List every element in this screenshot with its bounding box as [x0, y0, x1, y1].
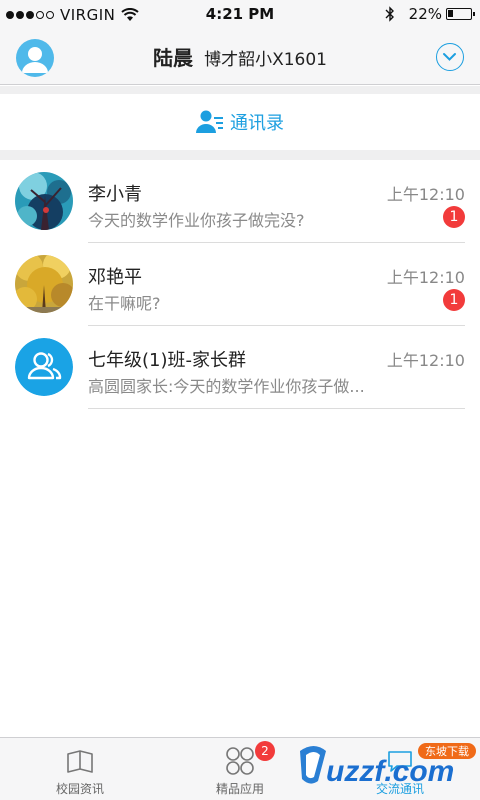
- battery-tip: [473, 12, 475, 16]
- chat-item[interactable]: 李小青 上午12:10 今天的数学作业你孩子做完没? 1: [0, 160, 480, 243]
- contacts-icon: [196, 110, 223, 133]
- chat-preview: 在干嘛呢?: [88, 294, 161, 313]
- unread-badge: 1: [443, 289, 465, 311]
- nav-bar: 陆晨 博才韶小X1601: [0, 30, 480, 85]
- status-bar: VIRGIN 4:21 PM 22%: [0, 0, 480, 30]
- bluetooth-icon: [385, 6, 394, 22]
- tab-campus-news[interactable]: 校园资讯: [0, 738, 160, 800]
- apps-icon: [226, 747, 254, 775]
- contacts-button[interactable]: 通讯录: [0, 94, 480, 150]
- divider: [88, 408, 465, 409]
- uzzf-watermark-icon: uzzf.com 东坡下载: [300, 743, 476, 788]
- app-screen: VIRGIN 4:21 PM 22% 陆晨 博才韶小X1601 通讯录 李小青 …: [0, 0, 480, 800]
- book-icon: [67, 750, 93, 773]
- photo-tree-avatar: [15, 172, 73, 230]
- group-icon: [15, 338, 73, 396]
- photo-ginkgo-avatar: [15, 255, 73, 313]
- account-dropdown-button[interactable]: [436, 43, 464, 71]
- svg-text:uzzf.com: uzzf.com: [326, 755, 454, 788]
- tab-badge: 2: [255, 741, 275, 761]
- battery-fill: [448, 10, 453, 17]
- battery-area: 22%: [385, 5, 475, 23]
- contacts-label: 通讯录: [230, 113, 284, 134]
- chat-name: 李小青: [88, 184, 142, 205]
- chat-time: 上午12:10: [386, 351, 465, 370]
- unread-badge: 1: [443, 206, 465, 228]
- chat-item[interactable]: 七年级(1)班-家长群 上午12:10 高圆圆家长:今天的数学作业你孩子做...: [0, 326, 480, 409]
- chevron-down-icon: [443, 53, 456, 61]
- chat-preview: 今天的数学作业你孩子做完没?: [88, 211, 305, 230]
- section-gap: [0, 150, 480, 160]
- svg-text:东坡下载: 东坡下载: [425, 745, 469, 758]
- battery-icon: [446, 8, 475, 20]
- section-gap: [0, 86, 480, 94]
- user-name: 陆晨: [152, 46, 193, 70]
- tab-label: 校园资讯: [55, 782, 104, 796]
- chat-list: 李小青 上午12:10 今天的数学作业你孩子做完没? 1 邓艳平 上午12:10…: [0, 160, 480, 409]
- chat-time: 上午12:10: [386, 185, 465, 204]
- school-name: 博才韶小X1601: [204, 50, 327, 70]
- chat-name: 邓艳平: [88, 267, 142, 288]
- battery-percent: 22%: [408, 5, 442, 23]
- chat-preview: 高圆圆家长:今天的数学作业你孩子做...: [88, 377, 365, 396]
- nav-title: 陆晨 博才韶小X1601: [0, 42, 480, 71]
- chat-time: 上午12:10: [386, 268, 465, 287]
- chat-item[interactable]: 邓艳平 上午12:10 在干嘛呢? 1: [0, 243, 480, 326]
- watermark-logo: uzzf.com 东坡下载: [296, 737, 480, 795]
- chat-name: 七年级(1)班-家长群: [88, 350, 246, 371]
